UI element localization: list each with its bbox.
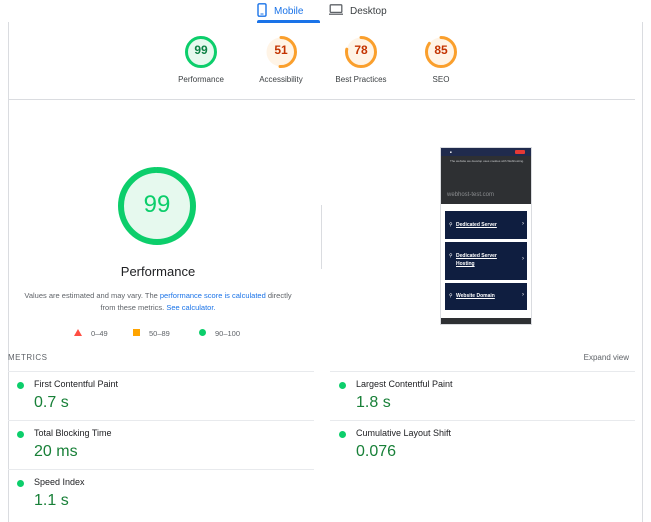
accessibility-score: 51 [274, 43, 288, 57]
metric-name: Speed Index [34, 477, 85, 487]
section-divider [8, 99, 635, 100]
green-circle-icon [199, 328, 206, 338]
metric-total-blocking-time: Total Blocking Time 20 ms [8, 421, 298, 471]
screenshot-hero-text: The website we develop uses cookies with… [450, 159, 524, 163]
pass-dot-icon [17, 431, 24, 438]
best-practices-score: 78 [354, 43, 368, 57]
gauge-accessibility[interactable]: 51 Accessibility [246, 35, 316, 84]
expand-view-button[interactable]: Expand view [584, 353, 629, 362]
search-icon: ⚲ [449, 253, 453, 259]
pass-dot-icon [339, 382, 346, 389]
metric-largest-contentful-paint: Largest Contentful Paint 1.8 s [330, 372, 620, 422]
tab-desktop[interactable]: Desktop [329, 0, 387, 22]
performance-heading: Performance [120, 264, 196, 279]
performance-description: Values are estimated and may vary. The p… [18, 290, 298, 314]
screenshot-footer [441, 318, 531, 324]
chevron-right-icon: › [522, 221, 524, 227]
pass-dot-icon [17, 480, 24, 487]
screenshot-domain: webhost-test.com [447, 192, 495, 198]
performance-score: 99 [194, 43, 208, 57]
screenshot-card: ⚲ Dedicated Server Hosting › [445, 242, 527, 280]
legend-pass: 90–100 [199, 328, 240, 338]
best-practices-label: Best Practices [335, 75, 387, 84]
screenshot-note [441, 204, 531, 211]
chevron-right-icon: › [522, 292, 524, 298]
accessibility-label: Accessibility [259, 75, 303, 84]
metric-value: 0.076 [356, 443, 397, 460]
metric-name: Total Blocking Time [34, 428, 112, 438]
metric-name: First Contentful Paint [34, 379, 119, 389]
mobile-phone-icon [257, 2, 267, 20]
gauge-performance[interactable]: 99 Performance [166, 35, 236, 84]
metric-value: 1.1 s [34, 492, 69, 509]
screenshot-logo: ■ [450, 150, 452, 154]
red-triangle-icon [74, 328, 82, 338]
tab-desktop-label: Desktop [350, 5, 387, 17]
active-tab-indicator [257, 20, 320, 23]
seo-score: 85 [434, 43, 448, 57]
metric-name: Cumulative Layout Shift [356, 428, 452, 438]
frame-border-right [642, 22, 643, 522]
metrics-heading: METRICS [8, 353, 48, 362]
legend-fail-range: 0–49 [91, 328, 108, 338]
performance-gauge-large: 99 [117, 166, 197, 246]
legend-average-range: 50–89 [149, 328, 170, 338]
metric-cumulative-layout-shift: Cumulative Layout Shift 0.076 [330, 421, 620, 471]
metric-value: 20 ms [34, 443, 78, 460]
pass-dot-icon [339, 431, 346, 438]
screenshot-header: ■ [441, 148, 531, 156]
screenshot-card-title: Website Domain [456, 293, 495, 299]
device-tabs: Mobile Desktop [0, 0, 651, 23]
desc-text-1: Values are estimated and may vary. The [24, 291, 160, 300]
legend-average: 50–89 [133, 328, 170, 338]
search-icon: ⚲ [449, 293, 453, 299]
desktop-computer-icon [329, 4, 343, 18]
screenshot-card-title: Dedicated Server Hosting [456, 253, 497, 267]
gauge-best-practices[interactable]: 78 Best Practices [326, 35, 396, 84]
orange-square-icon [133, 328, 140, 338]
screenshot-login-button [515, 150, 525, 154]
chevron-right-icon: › [522, 256, 524, 262]
see-calculator-link[interactable]: See calculator. [166, 303, 215, 312]
final-screenshot[interactable]: ■ The website we develop uses cookies wi… [440, 147, 532, 325]
metric-first-contentful-paint: First Contentful Paint 0.7 s [8, 372, 298, 422]
vertical-divider [321, 205, 322, 269]
tab-mobile[interactable]: Mobile [257, 0, 303, 22]
seo-label: SEO [432, 75, 450, 84]
metric-speed-index: Speed Index 1.1 s [8, 470, 298, 520]
screenshot-hero: The website we develop uses cookies with… [441, 156, 531, 204]
metric-value: 1.8 s [356, 394, 391, 411]
performance-label: Performance [178, 75, 224, 84]
tab-mobile-label: Mobile [274, 5, 304, 17]
metric-value: 0.7 s [34, 394, 69, 411]
screenshot-card: ⚲ Dedicated Server › [445, 211, 527, 239]
performance-score-link[interactable]: performance score is calculated [160, 291, 266, 300]
screenshot-card-title: Dedicated Server [456, 222, 497, 228]
legend-pass-range: 90–100 [215, 328, 241, 338]
search-icon: ⚲ [449, 222, 453, 228]
legend-fail: 0–49 [74, 328, 108, 338]
metric-name: Largest Contentful Paint [356, 379, 453, 389]
gauge-seo[interactable]: 85 SEO [406, 35, 476, 84]
performance-large-score: 99 [143, 191, 171, 218]
screenshot-card: ⚲ Website Domain › [445, 283, 527, 310]
pass-dot-icon [17, 382, 24, 389]
